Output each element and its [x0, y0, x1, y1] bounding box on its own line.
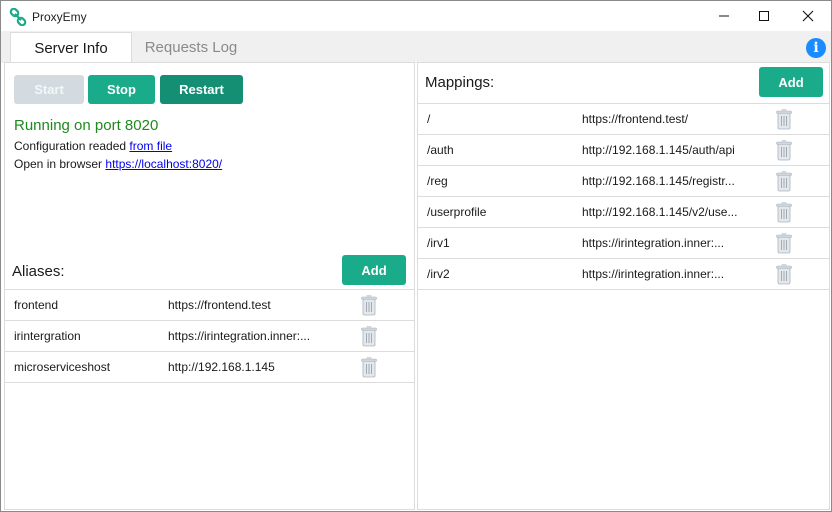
mapping-row[interactable]: /auth http://192.168.1.145/auth/api	[418, 134, 829, 165]
mapping-row[interactable]: /userprofile http://192.168.1.145/v2/use…	[418, 196, 829, 227]
close-button[interactable]	[785, 1, 831, 31]
server-info-panel: Start Stop Restart Running on port 8020 …	[4, 62, 415, 510]
start-button[interactable]: Start	[14, 75, 84, 104]
title-bar: ProxyEmy	[1, 1, 831, 31]
mapping-target: http://192.168.1.145/v2/use...	[582, 205, 738, 219]
browser-label: Open in browser	[14, 157, 106, 171]
tab-server-info[interactable]: Server Info	[10, 32, 132, 64]
mapping-row[interactable]: /reg http://192.168.1.145/registr...	[418, 165, 829, 196]
server-status: Running on port 8020	[14, 117, 159, 134]
stop-button[interactable]: Stop	[88, 75, 155, 104]
alias-value: http://192.168.1.145	[168, 360, 275, 374]
mapping-path: /userprofile	[427, 205, 487, 219]
info-icon[interactable]: i	[806, 38, 826, 58]
restart-button[interactable]: Restart	[160, 75, 243, 104]
config-label: Configuration readed	[14, 139, 130, 153]
config-file-link[interactable]: from file	[129, 139, 172, 153]
mapping-target: http://192.168.1.145/auth/api	[582, 143, 735, 157]
trash-icon[interactable]	[775, 232, 793, 254]
mapping-path: /reg	[427, 174, 448, 188]
trash-icon[interactable]	[360, 356, 378, 378]
alias-name: irintergration	[14, 329, 81, 343]
window-title: ProxyEmy	[32, 10, 87, 24]
trash-icon[interactable]	[775, 170, 793, 192]
mapping-target: https://frontend.test/	[582, 112, 689, 126]
maximize-button[interactable]	[741, 1, 787, 31]
trash-icon[interactable]	[775, 108, 793, 130]
mapping-row[interactable]: /irv2 https://irintegration.inner:...	[418, 258, 829, 290]
add-mapping-button[interactable]: Add	[759, 67, 823, 97]
alias-row[interactable]: irintergration https://irintegration.inn…	[5, 320, 414, 351]
aliases-title: Aliases:	[12, 263, 65, 280]
mappings-list: / https://frontend.test/ /auth http://19…	[418, 103, 829, 290]
trash-icon[interactable]	[360, 294, 378, 316]
minimize-icon	[719, 15, 729, 17]
browser-info: Open in browser https://localhost:8020/	[14, 157, 222, 171]
app-window: ProxyEmy Server Info Requests Log i Star…	[0, 0, 832, 512]
add-alias-button[interactable]: Add	[342, 255, 406, 285]
link-chain-icon	[9, 8, 27, 26]
tab-requests-log[interactable]: Requests Log	[131, 32, 251, 63]
mapping-target: https://irintegration.inner:...	[582, 236, 725, 250]
trash-icon[interactable]	[775, 263, 793, 285]
mapping-row[interactable]: / https://frontend.test/	[418, 103, 829, 134]
tab-strip: Server Info Requests Log i	[1, 31, 831, 64]
mappings-title: Mappings:	[425, 74, 495, 91]
close-icon	[802, 10, 814, 22]
maximize-icon	[759, 11, 769, 21]
alias-name: microserviceshost	[14, 360, 111, 374]
trash-icon[interactable]	[775, 139, 793, 161]
browser-url-link[interactable]: https://localhost:8020/	[105, 157, 222, 171]
trash-icon[interactable]	[775, 201, 793, 223]
alias-name: frontend	[14, 298, 59, 312]
mapping-target: http://192.168.1.145/registr...	[582, 174, 735, 188]
alias-row[interactable]: microserviceshost http://192.168.1.145	[5, 351, 414, 383]
mapping-target: https://irintegration.inner:...	[582, 267, 725, 281]
alias-value: https://irintegration.inner:...	[168, 329, 311, 343]
mapping-path: /irv2	[427, 267, 450, 281]
mapping-row[interactable]: /irv1 https://irintegration.inner:...	[418, 227, 829, 258]
alias-value: https://frontend.test	[168, 298, 271, 312]
alias-row[interactable]: frontend https://frontend.test	[5, 289, 414, 320]
mappings-panel: Mappings: Add / https://frontend.test/ /…	[417, 62, 830, 510]
trash-icon[interactable]	[360, 325, 378, 347]
mapping-path: /irv1	[427, 236, 450, 250]
config-info: Configuration readed from file	[14, 139, 172, 153]
mapping-path: /	[427, 112, 431, 126]
aliases-list: frontend https://frontend.test irintergr…	[5, 289, 414, 383]
mapping-path: /auth	[427, 143, 454, 157]
